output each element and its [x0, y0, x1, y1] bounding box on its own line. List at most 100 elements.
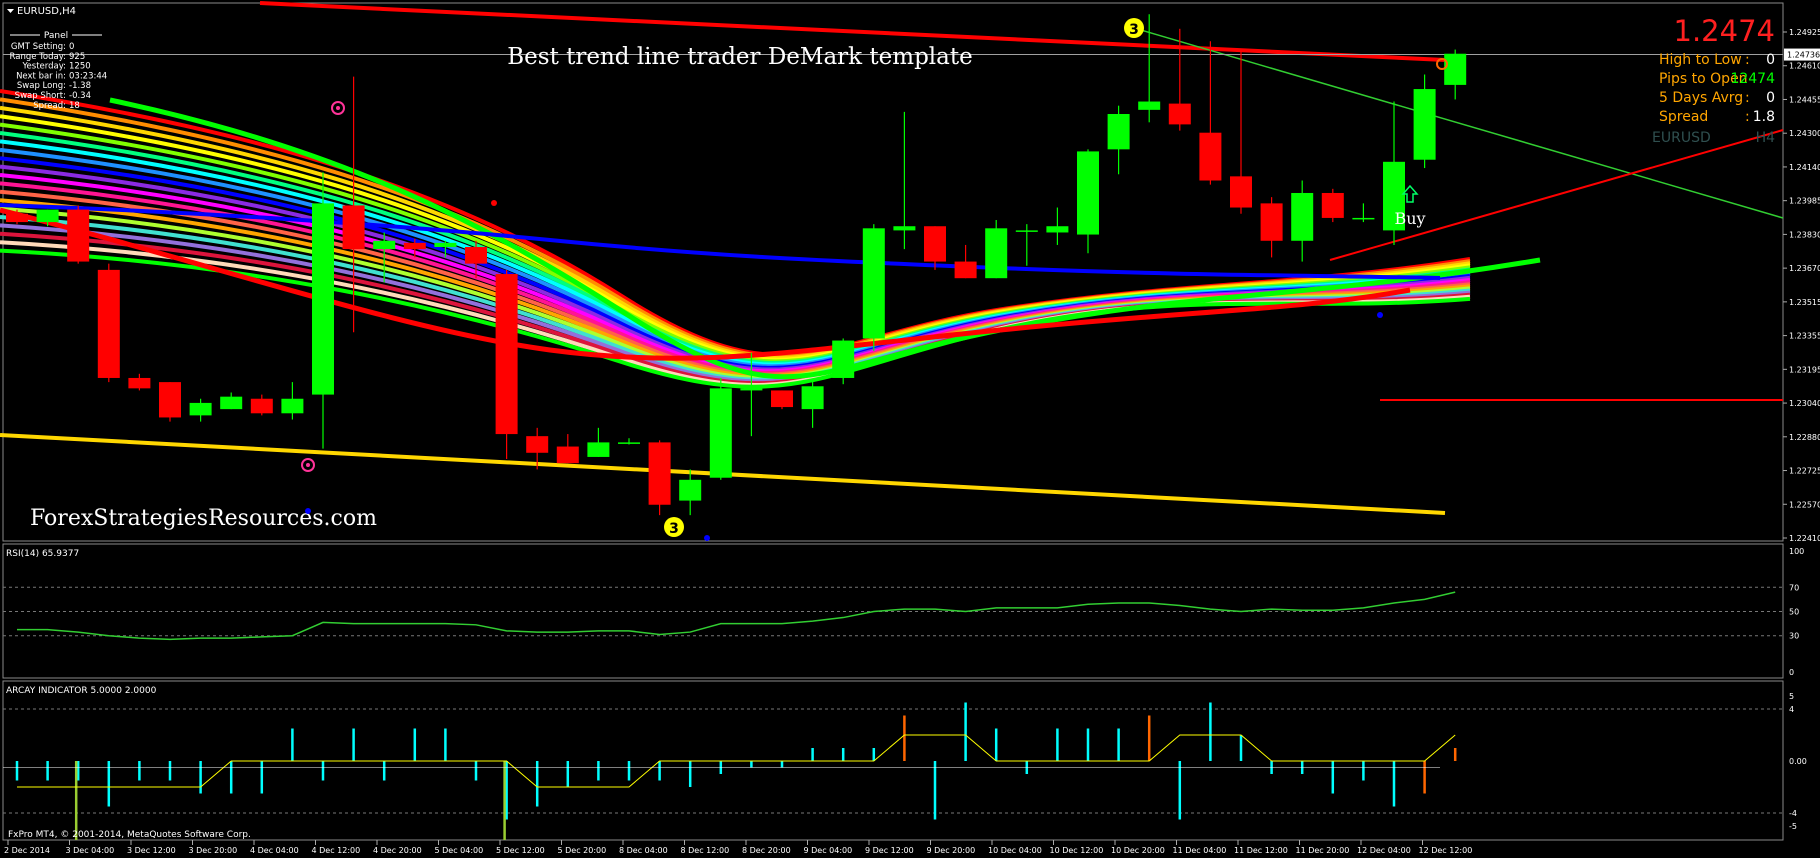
- price-tick-label: 1.24300: [1789, 129, 1820, 138]
- price-tick-label: 1.24140: [1789, 163, 1820, 172]
- rsi-level-label: 70: [1789, 583, 1799, 592]
- info-row-value: 0: [1766, 52, 1775, 68]
- time-tick-label: 10 Dec 20:00: [1111, 846, 1165, 855]
- demark-bottom-label: 3: [669, 521, 679, 537]
- panel-row-label: Yesterday:: [21, 62, 66, 72]
- current-price-big: 1.2474: [1674, 14, 1775, 48]
- price-tick-label: 1.22725: [1789, 467, 1820, 476]
- price-axis: 1.24925 1.24610 1.24455 1.24300 1.24140 1.239…: [1783, 28, 1820, 543]
- price-tick-label: 1.22410: [1789, 534, 1820, 543]
- time-tick-label: 3 Dec 04:00: [66, 846, 115, 855]
- candle: [159, 382, 181, 422]
- arcay-label: ARCAY INDICATOR 5.0000 2.0000: [6, 686, 157, 696]
- panel-heading: Panel: [44, 31, 68, 41]
- panel-row-value: 0: [69, 42, 74, 52]
- candle: [709, 377, 732, 480]
- time-tick-label: 4 Dec 20:00: [373, 846, 422, 855]
- price-tick-label: 1.22570: [1789, 500, 1820, 509]
- time-tick-label: 8 Dec 12:00: [681, 846, 730, 855]
- time-tick-label: 10 Dec 12:00: [1050, 846, 1104, 855]
- info-row-label: 5 Days Avrg: [1659, 90, 1743, 106]
- panel-row-value: 925: [69, 52, 85, 62]
- arcay-level-label: -4: [1789, 809, 1797, 818]
- candle: [832, 338, 855, 385]
- panel-row-value: 1250: [69, 62, 91, 72]
- info-row-label: Spread: [1659, 109, 1708, 125]
- panel-row-label: Swap Long:: [17, 81, 66, 91]
- info-row-sep: :: [1745, 109, 1750, 125]
- arcay-level-label: 5: [1789, 692, 1794, 701]
- time-tick-label: 9 Dec 12:00: [865, 846, 914, 855]
- symbol-title: EURUSD,H4: [17, 6, 76, 17]
- price-tick-label: 1.23515: [1789, 298, 1820, 307]
- panel-row-value: 18: [69, 101, 80, 111]
- time-tick-label: 9 Dec 04:00: [804, 846, 853, 855]
- current-price-tag-label: 1.24736: [1787, 51, 1820, 60]
- time-tick-label: 5 Dec 12:00: [496, 846, 545, 855]
- panel-row-label: Next bar in:: [16, 71, 66, 81]
- time-tick-label: 5 Dec 04:00: [435, 846, 484, 855]
- panel-row-label: Spread:: [33, 101, 66, 111]
- time-tick-label: 2 Dec 2014: [4, 846, 50, 855]
- candle: [495, 269, 518, 460]
- info-row-label: High to Low: [1659, 52, 1742, 68]
- price-tick-label: 1.24925: [1789, 28, 1820, 37]
- price-tick-label: 1.22880: [1789, 433, 1820, 442]
- rsi-level-label: 100: [1789, 547, 1804, 556]
- time-tick-label: 12 Dec 12:00: [1419, 846, 1473, 855]
- metatrader-chart-window[interactable]: 1.24925 1.24610 1.24455 1.24300 1.24140 1.239…: [0, 0, 1820, 858]
- panel-row-label: GMT Setting:: [11, 42, 66, 52]
- copyright-text: FxPro MT4, © 2001-2014, MetaQuotes Softw…: [8, 830, 251, 840]
- fractal-dot-blue-2: [704, 535, 710, 541]
- time-tick-label: 4 Dec 12:00: [312, 846, 361, 855]
- price-tick-label: 1.24610: [1789, 62, 1820, 71]
- arcay-level-label: -5: [1789, 822, 1797, 831]
- info-timeframe: H4: [1756, 130, 1776, 146]
- info-row-value: 1.8: [1753, 109, 1775, 125]
- time-tick-label: 11 Dec 12:00: [1234, 846, 1288, 855]
- arcay-level-label: 4: [1789, 705, 1794, 714]
- time-tick-label: 4 Dec 04:00: [250, 846, 299, 855]
- info-symbol: EURUSD: [1652, 130, 1711, 146]
- info-row-value: 0: [1766, 90, 1775, 106]
- panel-row-value: -1.38: [69, 81, 91, 91]
- fractal-dot-red: [491, 200, 497, 206]
- demark-marker-bottom: 3: [664, 517, 684, 537]
- time-tick-label: 9 Dec 20:00: [927, 846, 976, 855]
- time-tick-label: 10 Dec 04:00: [988, 846, 1042, 855]
- time-tick-label: 3 Dec 20:00: [189, 846, 238, 855]
- price-tick-label: 1.23355: [1789, 332, 1820, 341]
- rsi-level-label: 50: [1789, 608, 1799, 617]
- time-tick-label: 5 Dec 20:00: [558, 846, 607, 855]
- time-axis: 2 Dec 2014 3 Dec 04:00 3 Dec 12:00 3 Dec 20…: [4, 840, 1472, 855]
- panel-row-label: Swap Short:: [15, 91, 66, 101]
- price-tick-label: 1.23985: [1789, 197, 1820, 206]
- panel-row-value: 03:23:44: [69, 71, 107, 81]
- demark-marker-top: 3: [1124, 18, 1144, 38]
- candle: [771, 390, 793, 410]
- fractal-dot-blue-3: [1377, 312, 1383, 318]
- rsi-level-label: 0: [1789, 668, 1794, 677]
- candle: [862, 224, 885, 351]
- price-tick-label: 1.24455: [1789, 95, 1820, 104]
- price-tick-label: 1.23040: [1789, 399, 1820, 408]
- candle: [985, 220, 1008, 279]
- panel-row-value: -0.34: [69, 91, 91, 101]
- rsi-label: RSI(14) 65.9377: [6, 549, 79, 559]
- time-tick-label: 11 Dec 20:00: [1296, 846, 1350, 855]
- price-tick-label: 1.23195: [1789, 365, 1820, 374]
- panel-row-label: Range Today:: [10, 52, 66, 62]
- time-tick-label: 3 Dec 12:00: [127, 846, 176, 855]
- arcay-level-label: 0.00: [1789, 757, 1807, 766]
- fractal-dot-blue-1: [305, 508, 311, 514]
- chart-title: Best trend line trader DeMark template: [507, 44, 972, 70]
- price-tick-label: 1.23670: [1789, 264, 1820, 273]
- price-tick-label: 1.23830: [1789, 230, 1820, 239]
- info-row-value: 12474: [1730, 71, 1775, 87]
- candle: [97, 263, 120, 383]
- time-tick-label: 8 Dec 20:00: [742, 846, 791, 855]
- watermark-text: ForexStrategiesResources.com: [30, 506, 377, 531]
- candle: [1321, 188, 1344, 223]
- candle: [67, 205, 90, 264]
- time-tick-label: 11 Dec 04:00: [1173, 846, 1227, 855]
